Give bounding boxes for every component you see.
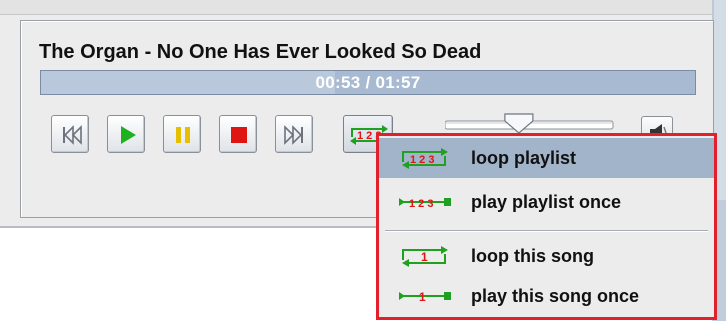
play-icon <box>121 126 136 144</box>
pause-icon <box>176 127 190 143</box>
playlist-once-icon: 1 2 3 <box>399 198 451 210</box>
next-button[interactable] <box>275 115 313 153</box>
menu-item-loop-this-song[interactable]: 1 loop this song <box>379 236 714 276</box>
menu-item-label: play this song once <box>471 286 640 306</box>
menu-item-label: play playlist once <box>471 192 622 212</box>
previous-button[interactable] <box>51 115 89 153</box>
pause-button[interactable] <box>163 115 201 153</box>
stop-button[interactable] <box>219 115 257 153</box>
play-button[interactable] <box>107 115 145 153</box>
menu-item-play-this-song-once[interactable]: 1 play this song once <box>379 276 714 316</box>
menu-item-label: loop this song <box>471 246 594 266</box>
play-mode-menu: 1 2 3 loop playlist 1 2 3 play playlist … <box>376 133 717 320</box>
loop-playlist-icon: 1 2 3 <box>402 148 448 169</box>
menu-item-label: loop playlist <box>471 148 577 168</box>
menu-item-play-playlist-once[interactable]: 1 2 3 play playlist once <box>379 182 714 222</box>
svg-text:1: 1 <box>419 290 426 304</box>
time-readout: 00:53 / 01:57 <box>315 73 421 92</box>
menu-separator <box>385 230 708 232</box>
loop-song-icon: 1 <box>402 246 448 267</box>
window-top-strip <box>0 0 712 15</box>
svg-text:1: 1 <box>421 250 428 264</box>
svg-text:1 2 3: 1 2 3 <box>410 154 434 166</box>
stop-icon <box>231 127 247 143</box>
volume-thumb[interactable] <box>504 113 534 134</box>
progress-bar[interactable]: 00:53 / 01:57 <box>40 70 696 95</box>
skip-back-icon <box>63 125 82 145</box>
song-once-icon: 1 <box>399 290 451 304</box>
menu-item-loop-playlist[interactable]: 1 2 3 loop playlist <box>379 138 714 178</box>
window-bottom-border <box>0 226 380 228</box>
song-title: The Organ - No One Has Ever Looked So De… <box>39 41 482 63</box>
svg-text:1 2 3: 1 2 3 <box>409 198 433 210</box>
skip-forward-icon <box>284 125 303 145</box>
